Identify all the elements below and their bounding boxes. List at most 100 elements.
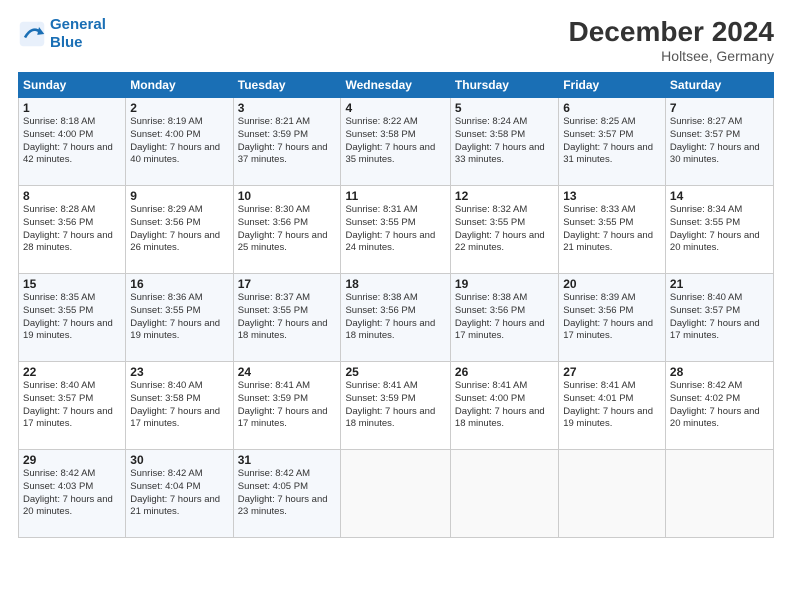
day-info: Sunrise: 8:40 AM Sunset: 3:57 PM Dayligh…: [670, 292, 769, 343]
day-info: Sunrise: 8:30 AM Sunset: 3:56 PM Dayligh…: [238, 204, 337, 255]
day-number: 5: [455, 101, 554, 115]
table-row: 6 Sunrise: 8:25 AM Sunset: 3:57 PM Dayli…: [559, 98, 666, 186]
day-number: 21: [670, 277, 769, 291]
table-row: 20 Sunrise: 8:39 AM Sunset: 3:56 PM Dayl…: [559, 274, 666, 362]
table-row: 16 Sunrise: 8:36 AM Sunset: 3:55 PM Dayl…: [126, 274, 233, 362]
day-info: Sunrise: 8:36 AM Sunset: 3:55 PM Dayligh…: [130, 292, 228, 343]
col-thursday: Thursday: [450, 73, 558, 98]
day-number: 8: [23, 189, 121, 203]
day-info: Sunrise: 8:21 AM Sunset: 3:59 PM Dayligh…: [238, 116, 337, 167]
day-number: 22: [23, 365, 121, 379]
logo-text: General Blue: [50, 16, 106, 52]
day-info: Sunrise: 8:33 AM Sunset: 3:55 PM Dayligh…: [563, 204, 661, 255]
day-number: 11: [345, 189, 445, 203]
day-number: 10: [238, 189, 337, 203]
calendar-table: Sunday Monday Tuesday Wednesday Thursday…: [18, 72, 774, 538]
logo: General Blue: [18, 16, 106, 52]
day-info: Sunrise: 8:41 AM Sunset: 3:59 PM Dayligh…: [238, 380, 337, 431]
day-info: Sunrise: 8:32 AM Sunset: 3:55 PM Dayligh…: [455, 204, 554, 255]
col-sunday: Sunday: [19, 73, 126, 98]
day-number: 17: [238, 277, 337, 291]
day-number: 26: [455, 365, 554, 379]
col-wednesday: Wednesday: [341, 73, 450, 98]
day-info: Sunrise: 8:34 AM Sunset: 3:55 PM Dayligh…: [670, 204, 769, 255]
table-row: 3 Sunrise: 8:21 AM Sunset: 3:59 PM Dayli…: [233, 98, 341, 186]
day-number: 29: [23, 453, 121, 467]
location-title: Holtsee, Germany: [569, 48, 774, 64]
table-row: 10 Sunrise: 8:30 AM Sunset: 3:56 PM Dayl…: [233, 186, 341, 274]
logo-line1: General: [50, 16, 106, 33]
table-row: 24 Sunrise: 8:41 AM Sunset: 3:59 PM Dayl…: [233, 362, 341, 450]
day-number: 31: [238, 453, 337, 467]
day-info: Sunrise: 8:19 AM Sunset: 4:00 PM Dayligh…: [130, 116, 228, 167]
day-info: Sunrise: 8:39 AM Sunset: 3:56 PM Dayligh…: [563, 292, 661, 343]
day-number: 15: [23, 277, 121, 291]
day-number: 14: [670, 189, 769, 203]
day-number: 13: [563, 189, 661, 203]
day-number: 28: [670, 365, 769, 379]
day-info: Sunrise: 8:38 AM Sunset: 3:56 PM Dayligh…: [345, 292, 445, 343]
day-number: 24: [238, 365, 337, 379]
col-friday: Friday: [559, 73, 666, 98]
day-number: 25: [345, 365, 445, 379]
calendar-week-row: 29 Sunrise: 8:42 AM Sunset: 4:03 PM Dayl…: [19, 450, 774, 538]
table-row: 29 Sunrise: 8:42 AM Sunset: 4:03 PM Dayl…: [19, 450, 126, 538]
table-row: 5 Sunrise: 8:24 AM Sunset: 3:58 PM Dayli…: [450, 98, 558, 186]
table-row: 7 Sunrise: 8:27 AM Sunset: 3:57 PM Dayli…: [665, 98, 773, 186]
table-row: 22 Sunrise: 8:40 AM Sunset: 3:57 PM Dayl…: [19, 362, 126, 450]
day-number: 6: [563, 101, 661, 115]
day-number: 3: [238, 101, 337, 115]
day-info: Sunrise: 8:29 AM Sunset: 3:56 PM Dayligh…: [130, 204, 228, 255]
table-row: 9 Sunrise: 8:29 AM Sunset: 3:56 PM Dayli…: [126, 186, 233, 274]
day-info: Sunrise: 8:42 AM Sunset: 4:03 PM Dayligh…: [23, 468, 121, 519]
day-info: Sunrise: 8:42 AM Sunset: 4:05 PM Dayligh…: [238, 468, 337, 519]
day-info: Sunrise: 8:41 AM Sunset: 4:01 PM Dayligh…: [563, 380, 661, 431]
day-number: 18: [345, 277, 445, 291]
logo-line2: Blue: [50, 34, 83, 51]
title-block: December 2024 Holtsee, Germany: [569, 16, 774, 64]
table-row: 31 Sunrise: 8:42 AM Sunset: 4:05 PM Dayl…: [233, 450, 341, 538]
day-info: Sunrise: 8:40 AM Sunset: 3:58 PM Dayligh…: [130, 380, 228, 431]
day-info: Sunrise: 8:37 AM Sunset: 3:55 PM Dayligh…: [238, 292, 337, 343]
table-row: 8 Sunrise: 8:28 AM Sunset: 3:56 PM Dayli…: [19, 186, 126, 274]
day-number: 19: [455, 277, 554, 291]
day-info: Sunrise: 8:18 AM Sunset: 4:00 PM Dayligh…: [23, 116, 121, 167]
col-monday: Monday: [126, 73, 233, 98]
table-row: 11 Sunrise: 8:31 AM Sunset: 3:55 PM Dayl…: [341, 186, 450, 274]
table-row: 13 Sunrise: 8:33 AM Sunset: 3:55 PM Dayl…: [559, 186, 666, 274]
table-row: 21 Sunrise: 8:40 AM Sunset: 3:57 PM Dayl…: [665, 274, 773, 362]
day-info: Sunrise: 8:28 AM Sunset: 3:56 PM Dayligh…: [23, 204, 121, 255]
table-row: [559, 450, 666, 538]
day-info: Sunrise: 8:27 AM Sunset: 3:57 PM Dayligh…: [670, 116, 769, 167]
table-row: 15 Sunrise: 8:35 AM Sunset: 3:55 PM Dayl…: [19, 274, 126, 362]
table-row: [450, 450, 558, 538]
table-row: 25 Sunrise: 8:41 AM Sunset: 3:59 PM Dayl…: [341, 362, 450, 450]
table-row: 2 Sunrise: 8:19 AM Sunset: 4:00 PM Dayli…: [126, 98, 233, 186]
day-number: 16: [130, 277, 228, 291]
day-number: 30: [130, 453, 228, 467]
calendar-week-row: 22 Sunrise: 8:40 AM Sunset: 3:57 PM Dayl…: [19, 362, 774, 450]
day-number: 23: [130, 365, 228, 379]
day-info: Sunrise: 8:42 AM Sunset: 4:02 PM Dayligh…: [670, 380, 769, 431]
table-row: 12 Sunrise: 8:32 AM Sunset: 3:55 PM Dayl…: [450, 186, 558, 274]
day-info: Sunrise: 8:35 AM Sunset: 3:55 PM Dayligh…: [23, 292, 121, 343]
table-row: [341, 450, 450, 538]
table-row: 27 Sunrise: 8:41 AM Sunset: 4:01 PM Dayl…: [559, 362, 666, 450]
day-number: 20: [563, 277, 661, 291]
calendar-week-row: 8 Sunrise: 8:28 AM Sunset: 3:56 PM Dayli…: [19, 186, 774, 274]
table-row: 30 Sunrise: 8:42 AM Sunset: 4:04 PM Dayl…: [126, 450, 233, 538]
calendar-week-row: 15 Sunrise: 8:35 AM Sunset: 3:55 PM Dayl…: [19, 274, 774, 362]
col-saturday: Saturday: [665, 73, 773, 98]
day-number: 2: [130, 101, 228, 115]
day-info: Sunrise: 8:31 AM Sunset: 3:55 PM Dayligh…: [345, 204, 445, 255]
day-info: Sunrise: 8:38 AM Sunset: 3:56 PM Dayligh…: [455, 292, 554, 343]
day-info: Sunrise: 8:42 AM Sunset: 4:04 PM Dayligh…: [130, 468, 228, 519]
header: General Blue December 2024 Holtsee, Germ…: [18, 16, 774, 64]
logo-icon: [18, 20, 46, 48]
table-row: 1 Sunrise: 8:18 AM Sunset: 4:00 PM Dayli…: [19, 98, 126, 186]
table-row: 18 Sunrise: 8:38 AM Sunset: 3:56 PM Dayl…: [341, 274, 450, 362]
day-info: Sunrise: 8:25 AM Sunset: 3:57 PM Dayligh…: [563, 116, 661, 167]
day-info: Sunrise: 8:22 AM Sunset: 3:58 PM Dayligh…: [345, 116, 445, 167]
page: General Blue December 2024 Holtsee, Germ…: [0, 0, 792, 612]
day-info: Sunrise: 8:41 AM Sunset: 4:00 PM Dayligh…: [455, 380, 554, 431]
